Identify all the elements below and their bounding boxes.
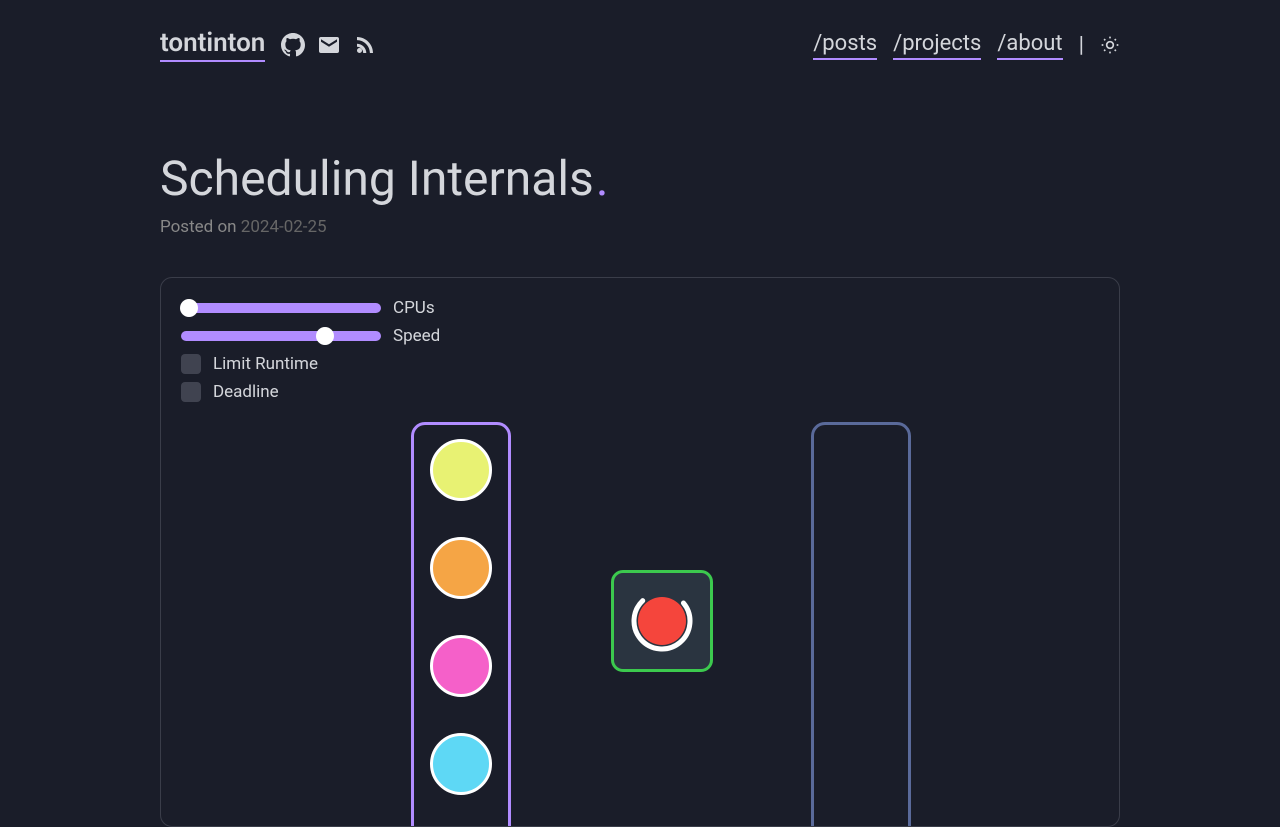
- task-ball-pink: [430, 635, 492, 697]
- ready-queue: [411, 422, 511, 827]
- speed-slider-thumb[interactable]: [316, 327, 334, 345]
- cpu-box: [611, 570, 713, 672]
- nav-about-link[interactable]: /about: [997, 31, 1062, 60]
- cpus-slider[interactable]: [181, 303, 381, 313]
- github-icon[interactable]: [281, 33, 305, 57]
- task-ball-cyan: [430, 733, 492, 795]
- post-meta: Posted on 2024-02-25: [160, 217, 1120, 237]
- nav-divider: |: [1079, 33, 1084, 58]
- speed-label: Speed: [393, 326, 440, 346]
- limit-runtime-label: Limit Runtime: [213, 354, 318, 374]
- post-title: Scheduling Internals.: [160, 150, 1120, 207]
- site-title-link[interactable]: tontinton: [160, 28, 265, 62]
- nav-projects-link[interactable]: /projects: [893, 31, 981, 60]
- cpu-spinner-icon: [630, 589, 694, 653]
- rss-icon[interactable]: [353, 33, 377, 57]
- cpus-slider-thumb[interactable]: [180, 299, 198, 317]
- deadline-label: Deadline: [213, 382, 279, 402]
- limit-runtime-checkbox[interactable]: [181, 354, 201, 374]
- done-queue: [811, 422, 911, 827]
- post-date: 2024-02-25: [241, 217, 327, 237]
- speed-slider[interactable]: [181, 331, 381, 341]
- cpus-label: CPUs: [393, 298, 435, 318]
- nav-posts-link[interactable]: /posts: [813, 31, 877, 60]
- deadline-checkbox[interactable]: [181, 382, 201, 402]
- scheduler-simulator: CPUs Speed Limit Runtime Deadline: [160, 277, 1120, 827]
- task-ball-yellow: [430, 439, 492, 501]
- theme-toggle[interactable]: [1100, 35, 1120, 55]
- email-icon[interactable]: [317, 33, 341, 57]
- task-ball-orange: [430, 537, 492, 599]
